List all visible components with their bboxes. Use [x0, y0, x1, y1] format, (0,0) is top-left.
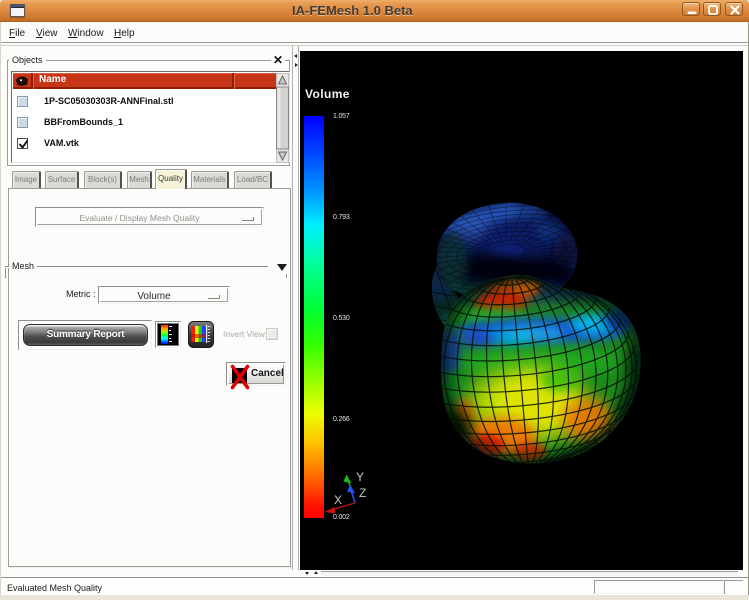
- svg-text:Y: Y: [356, 470, 364, 484]
- svg-text:Z: Z: [359, 486, 366, 500]
- svg-text:X: X: [334, 493, 342, 507]
